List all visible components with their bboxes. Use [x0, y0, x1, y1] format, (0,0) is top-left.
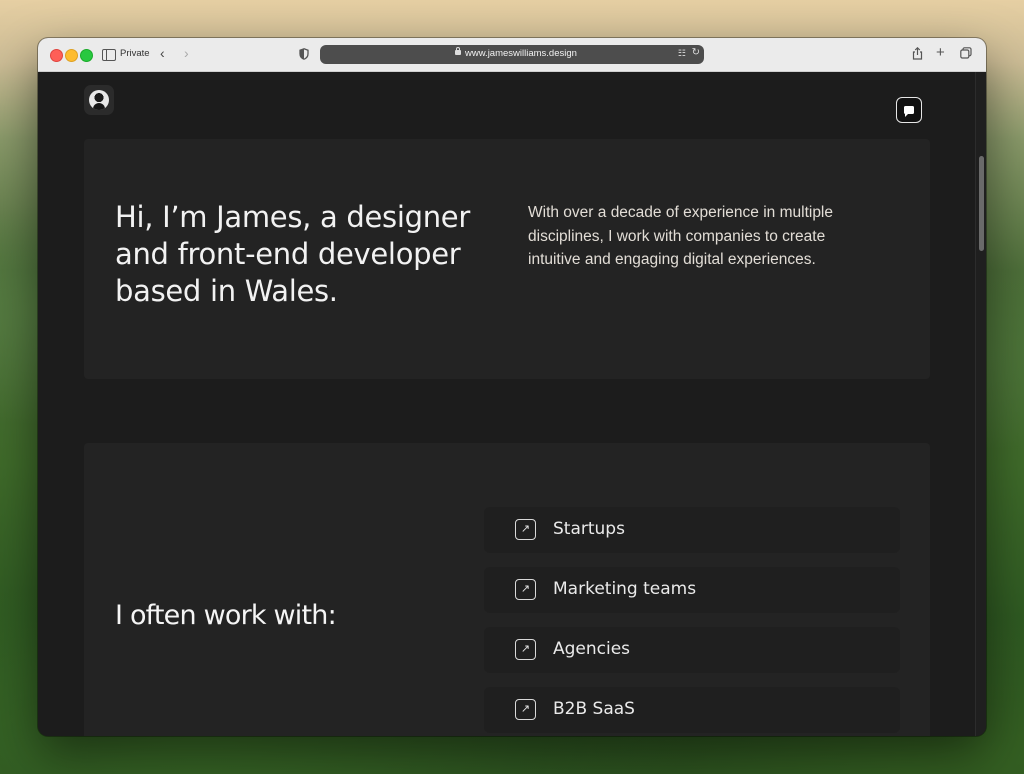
- arrow-up-right-icon: ↗: [515, 639, 536, 660]
- scrollbar[interactable]: [975, 72, 986, 736]
- work-item-label: Marketing teams: [553, 579, 697, 599]
- arrow-up-right-icon: ↗: [515, 699, 536, 720]
- zoom-window-button[interactable]: [80, 49, 93, 62]
- scrollbar-thumb[interactable]: [979, 156, 984, 251]
- tabs-overview-icon[interactable]: [960, 47, 972, 61]
- work-item-b2b-saas[interactable]: ↗ B2B SaaS: [484, 687, 900, 733]
- hero-description: With over a decade of experience in mult…: [528, 204, 833, 268]
- hero-title: Hi, I’m James, a designer and front-end …: [115, 200, 470, 308]
- sidebar-icon[interactable]: [102, 49, 116, 61]
- close-window-button[interactable]: [50, 49, 63, 62]
- work-item-agencies[interactable]: ↗ Agencies: [484, 627, 900, 673]
- reload-icon[interactable]: ↻: [692, 47, 700, 58]
- address-bar[interactable]: www.jameswilliams.design ☷ ↻: [320, 45, 704, 64]
- work-item-label: Agencies: [553, 639, 631, 659]
- hero-section: Hi, I’m James, a designer and front-end …: [84, 139, 930, 379]
- browser-toolbar: Private ‹ › www.jameswilliams.design ☷ ↻…: [38, 38, 986, 72]
- avatar-photo: [89, 90, 109, 110]
- lock-icon: [455, 47, 461, 55]
- share-icon[interactable]: [912, 46, 923, 62]
- work-with-heading: I often work with:: [115, 600, 337, 631]
- chevron-left-icon[interactable]: ‹: [160, 46, 165, 60]
- minimize-window-button[interactable]: [65, 49, 78, 62]
- url-text: www.jameswilliams.design: [465, 48, 577, 59]
- chat-bubble-icon: [904, 106, 914, 117]
- page-viewport: Hi, I’m James, a designer and front-end …: [38, 72, 986, 736]
- work-item-label: Startups: [553, 519, 625, 539]
- work-with-section: I often work with: ↗ Startups ↗ Marketin…: [84, 443, 930, 736]
- chevron-right-icon[interactable]: ›: [184, 46, 189, 60]
- arrow-up-right-icon: ↗: [515, 579, 536, 600]
- browser-window: Private ‹ › www.jameswilliams.design ☷ ↻…: [38, 38, 986, 736]
- work-item-label: B2B SaaS: [553, 699, 635, 719]
- private-mode-label: Private: [120, 48, 150, 59]
- arrow-up-right-icon: ↗: [515, 519, 536, 540]
- work-item-marketing-teams[interactable]: ↗ Marketing teams: [484, 567, 900, 613]
- chat-button[interactable]: [896, 97, 922, 123]
- plus-icon[interactable]: +: [936, 45, 945, 60]
- shield-icon[interactable]: [299, 48, 309, 62]
- work-item-startups[interactable]: ↗ Startups: [484, 507, 900, 553]
- translate-icon[interactable]: ☷: [678, 48, 686, 59]
- work-with-list: ↗ Startups ↗ Marketing teams ↗ Agencies …: [484, 507, 900, 736]
- avatar[interactable]: [84, 85, 114, 115]
